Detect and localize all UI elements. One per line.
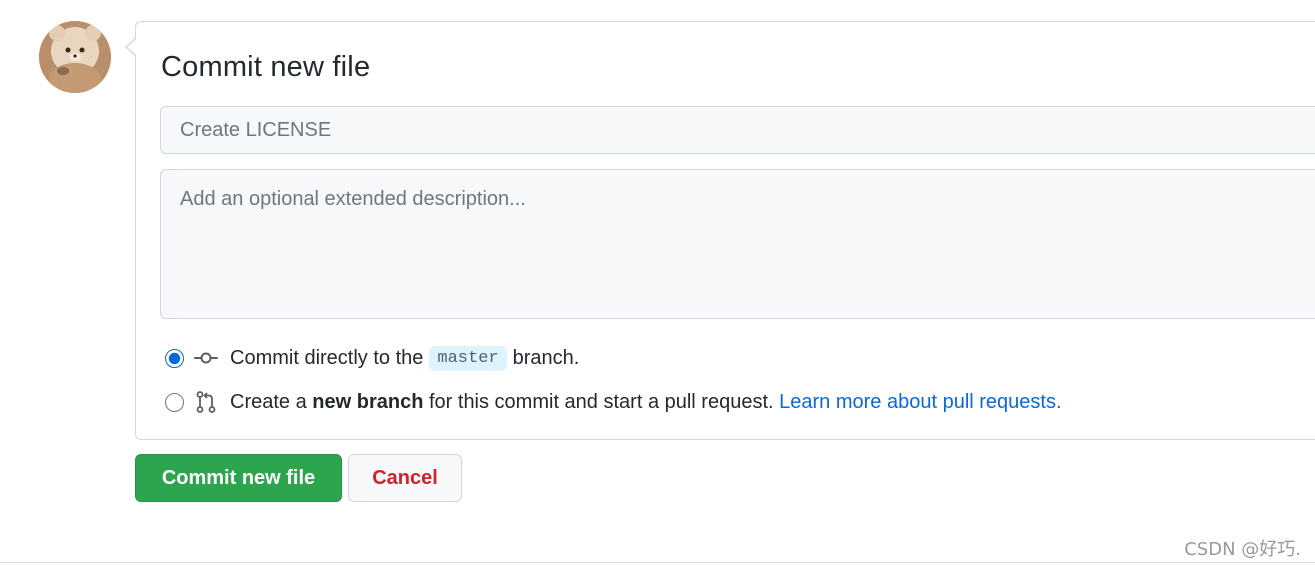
bottom-divider bbox=[0, 562, 1315, 563]
learn-more-pull-requests-link[interactable]: Learn more about pull requests. bbox=[779, 391, 1061, 414]
option-commit-directly[interactable]: Commit directly to the master branch. bbox=[165, 343, 579, 373]
commit-description-textarea[interactable] bbox=[160, 169, 1315, 319]
avatar[interactable] bbox=[39, 21, 111, 93]
git-pull-request-icon bbox=[193, 389, 219, 415]
box-pointer bbox=[127, 39, 136, 55]
form-title: Commit new file bbox=[161, 51, 371, 83]
watermark: CSDN @好巧. bbox=[1184, 539, 1301, 560]
option-new-branch-bold: new branch bbox=[312, 390, 424, 413]
option-new-branch-text-after: for this commit and start a pull request… bbox=[428, 390, 774, 413]
option-new-branch-text-before: Create a bbox=[230, 390, 307, 413]
avatar-image bbox=[39, 21, 111, 93]
radio-new-branch[interactable] bbox=[165, 392, 184, 412]
option-direct-text-before: Commit directly to the bbox=[230, 346, 424, 369]
commit-new-file-button[interactable]: Commit new file bbox=[135, 454, 342, 502]
cancel-button[interactable]: Cancel bbox=[348, 454, 462, 502]
radio-commit-directly[interactable] bbox=[165, 348, 184, 368]
commit-summary-input[interactable] bbox=[160, 106, 1315, 154]
branch-name-badge: master bbox=[429, 345, 507, 371]
option-direct-text-after: branch. bbox=[512, 346, 580, 369]
commit-page: Commit new file Commit directly to the m… bbox=[0, 0, 1315, 565]
git-commit-icon bbox=[193, 345, 219, 371]
option-new-branch[interactable]: Create a new branch for this commit and … bbox=[165, 387, 1062, 417]
